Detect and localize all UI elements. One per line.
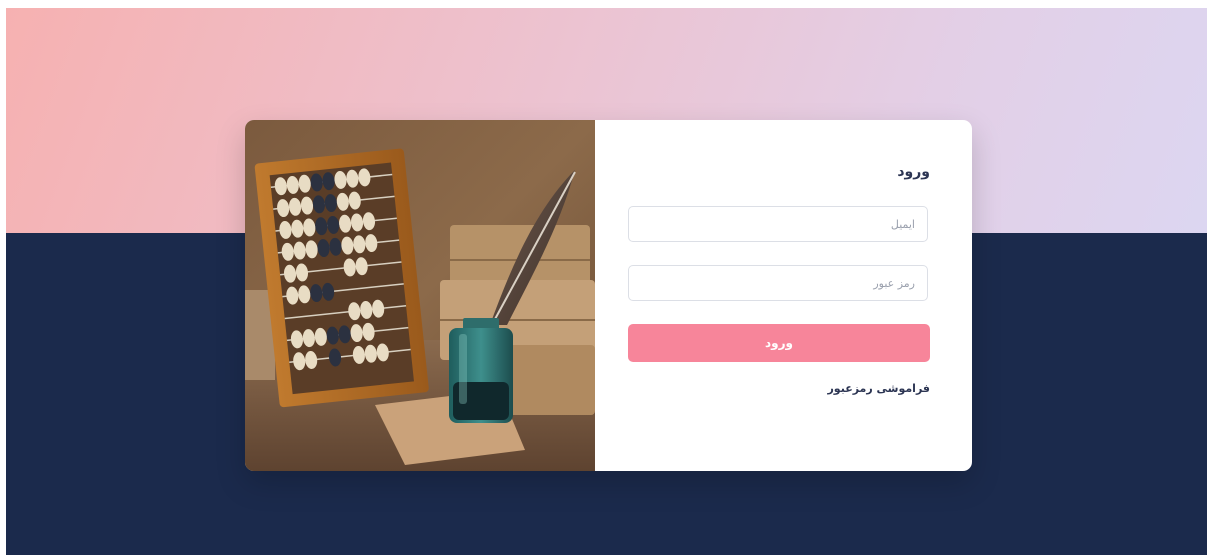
login-form: ورود ورود فراموشی رمزعبور	[595, 120, 972, 471]
abacus-quill-photo	[245, 120, 595, 471]
form-title: ورود	[897, 164, 930, 180]
login-page: ورود ورود فراموشی رمزعبور	[6, 8, 1207, 555]
forgot-password-link[interactable]: فراموشی رمزعبور	[827, 382, 930, 395]
password-field[interactable]	[628, 265, 928, 301]
login-button[interactable]: ورود	[628, 324, 930, 362]
email-field[interactable]	[628, 206, 928, 242]
login-card: ورود ورود فراموشی رمزعبور	[245, 120, 972, 471]
